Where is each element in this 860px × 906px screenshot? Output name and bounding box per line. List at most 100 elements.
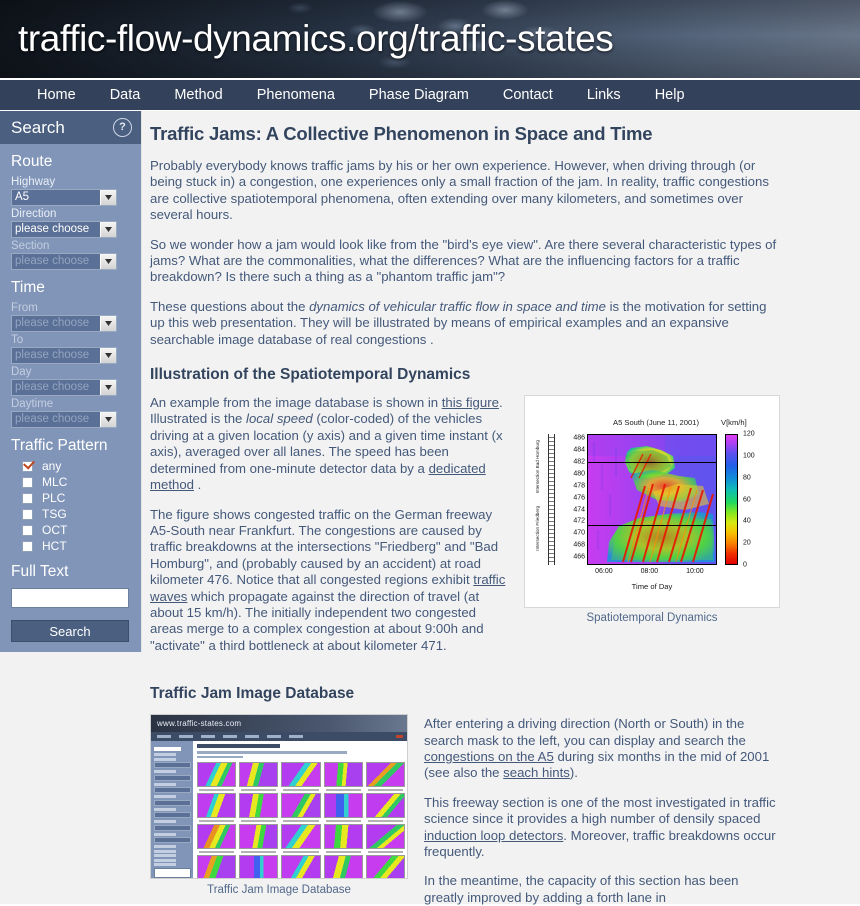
checkbox-label-oct: OCT	[42, 523, 68, 537]
database-screenshot[interactable]: www.traffic-states.com	[150, 714, 408, 880]
checkbox-row-hct[interactable]: HCT	[0, 538, 141, 554]
chevron-down-icon[interactable]	[100, 254, 116, 269]
question-mark-circle-icon[interactable]: ?	[113, 118, 132, 137]
search-button[interactable]: Search	[11, 620, 129, 642]
chevron-down-icon[interactable]	[100, 316, 116, 331]
intro-paragraph-2: So we wonder how a jam would look like f…	[150, 236, 777, 285]
nav-item-phase-diagram[interactable]: Phase Diagram	[352, 87, 486, 103]
checkbox-mlc[interactable]	[22, 476, 33, 488]
checkbox-oct[interactable]	[22, 524, 33, 536]
mini-results-pager	[197, 755, 243, 759]
thumbnail-item[interactable]	[365, 855, 405, 879]
checkbox-row-oct[interactable]: OCT	[0, 522, 141, 538]
dropdown-day[interactable]: please choose	[11, 379, 117, 396]
chevron-down-icon[interactable]	[100, 190, 116, 205]
mini-label	[154, 795, 177, 799]
colorbar-tick-40: 40	[743, 517, 751, 525]
thumbnail-image	[239, 793, 279, 819]
y-tick-468: 468	[573, 541, 585, 549]
thumbnail-image	[323, 824, 363, 850]
thumbnail-item[interactable]	[197, 824, 237, 853]
thumbnail-image	[197, 762, 237, 788]
nav-item-data[interactable]: Data	[93, 87, 158, 103]
thumbnail-item[interactable]	[239, 824, 279, 853]
nav-item-method[interactable]: Method	[157, 87, 239, 103]
nav-item-home[interactable]: Home	[20, 87, 93, 103]
thumbnail-caption	[325, 850, 361, 853]
dropdown-to-value[interactable]: please choose	[12, 348, 100, 363]
thumbnail-item[interactable]	[281, 762, 321, 791]
mini-label	[154, 858, 177, 862]
dropdown-from[interactable]: please choose	[11, 315, 117, 332]
thumbnail-item[interactable]	[323, 824, 363, 853]
dropdown-highway[interactable]: A5	[11, 189, 117, 206]
x-tick-0800: 08:00	[640, 568, 659, 576]
sidebar-section-traffic-pattern: Traffic Pattern	[11, 437, 108, 454]
nav-item-help[interactable]: Help	[638, 87, 702, 103]
checkbox-row-plc[interactable]: PLC	[0, 490, 141, 506]
dropdown-direction[interactable]: please choose	[11, 221, 117, 238]
y-tick-476: 476	[573, 494, 585, 502]
sidebar-header: Search ?	[0, 111, 141, 144]
thumbnail-item[interactable]	[239, 793, 279, 822]
chevron-down-icon[interactable]	[100, 222, 116, 237]
mini-label	[154, 849, 177, 853]
chevron-down-icon[interactable]	[100, 412, 116, 427]
thumbnail-item[interactable]	[323, 793, 363, 822]
thumbnail-item[interactable]	[197, 855, 237, 879]
thumbnail-item[interactable]	[239, 855, 279, 879]
heatmap-canvas	[587, 434, 717, 566]
nav-item-phenomena[interactable]: Phenomena	[240, 87, 352, 103]
dropdown-day-value[interactable]: please choose	[12, 380, 100, 395]
nav-placeholder-icon	[289, 735, 303, 739]
thumbnail-item[interactable]	[365, 793, 405, 822]
checkbox-hct[interactable]	[22, 540, 33, 552]
checkbox-plc[interactable]	[22, 492, 33, 504]
link-this-figure[interactable]: this figure	[442, 395, 499, 410]
checkbox-any[interactable]	[22, 460, 33, 472]
thumbnail-item[interactable]	[323, 762, 363, 791]
thumbnail-item[interactable]	[365, 762, 405, 791]
dropdown-highway-value[interactable]: A5	[12, 190, 100, 205]
dropdown-daytime-value[interactable]: please choose	[12, 412, 100, 427]
dropdown-direction-value[interactable]: please choose	[12, 222, 100, 237]
dropdown-from-value[interactable]: please choose	[12, 316, 100, 331]
main-navigation: Home Data Method Phenomena Phase Diagram…	[0, 78, 860, 111]
link-induction-loop-detectors[interactable]: induction loop detectors	[424, 828, 563, 843]
dropdown-to[interactable]: please choose	[11, 347, 117, 364]
checkbox-row-tsg[interactable]: TSG	[0, 506, 141, 522]
checkbox-label-tsg: TSG	[42, 507, 67, 521]
chevron-down-icon[interactable]	[100, 348, 116, 363]
database-paragraph-3: In the meantime, the capacity of this se…	[424, 873, 739, 905]
road-label-friedberg: Intersection Friedberg	[535, 506, 540, 551]
thumbnail-item[interactable]	[239, 762, 279, 791]
checkbox-row-mlc[interactable]: MLC	[0, 474, 141, 490]
checkbox-tsg[interactable]	[22, 508, 33, 520]
motivation-paragraph: These questions about the dynamics of ve…	[150, 299, 780, 348]
thumbnail-item[interactable]	[197, 793, 237, 822]
spatiotemporal-plot[interactable]: A5 South (June 11, 2001) Intersection Ba…	[524, 395, 780, 609]
thumbnail-item[interactable]	[281, 824, 321, 853]
thumbnail-image	[323, 855, 363, 879]
db-p2-text-1: This freeway section is one of the most …	[424, 794, 776, 827]
chevron-down-icon[interactable]	[100, 380, 116, 395]
motivation-emphasis: dynamics of vehicular traffic flow in sp…	[309, 298, 606, 314]
road-schematic: Intersection Bad Homburg Intersection Fr…	[535, 434, 559, 566]
full-text-search-input[interactable]	[11, 588, 129, 608]
thumbnail-item[interactable]	[365, 824, 405, 853]
thumbnail-item[interactable]	[197, 762, 237, 791]
link-congestions-a5[interactable]: congestions on the A5	[424, 749, 554, 764]
database-screenshot-caption: Traffic Jam Image Database	[207, 884, 351, 897]
figure-caption: Spatiotemporal Dynamics	[586, 612, 718, 625]
thumbnail-item[interactable]	[323, 855, 363, 879]
link-search-hints[interactable]: seach hints	[503, 765, 570, 780]
nav-placeholder-icon	[245, 735, 259, 739]
checkbox-row-any[interactable]: any	[0, 458, 141, 474]
nav-item-contact[interactable]: Contact	[486, 87, 570, 103]
thumbnail-item[interactable]	[281, 855, 321, 879]
dropdown-daytime[interactable]: please choose	[11, 411, 117, 428]
dropdown-section[interactable]: please choose	[11, 253, 117, 270]
nav-item-links[interactable]: Links	[570, 87, 638, 103]
dropdown-section-value[interactable]: please choose	[12, 254, 100, 269]
thumbnail-item[interactable]	[281, 793, 321, 822]
